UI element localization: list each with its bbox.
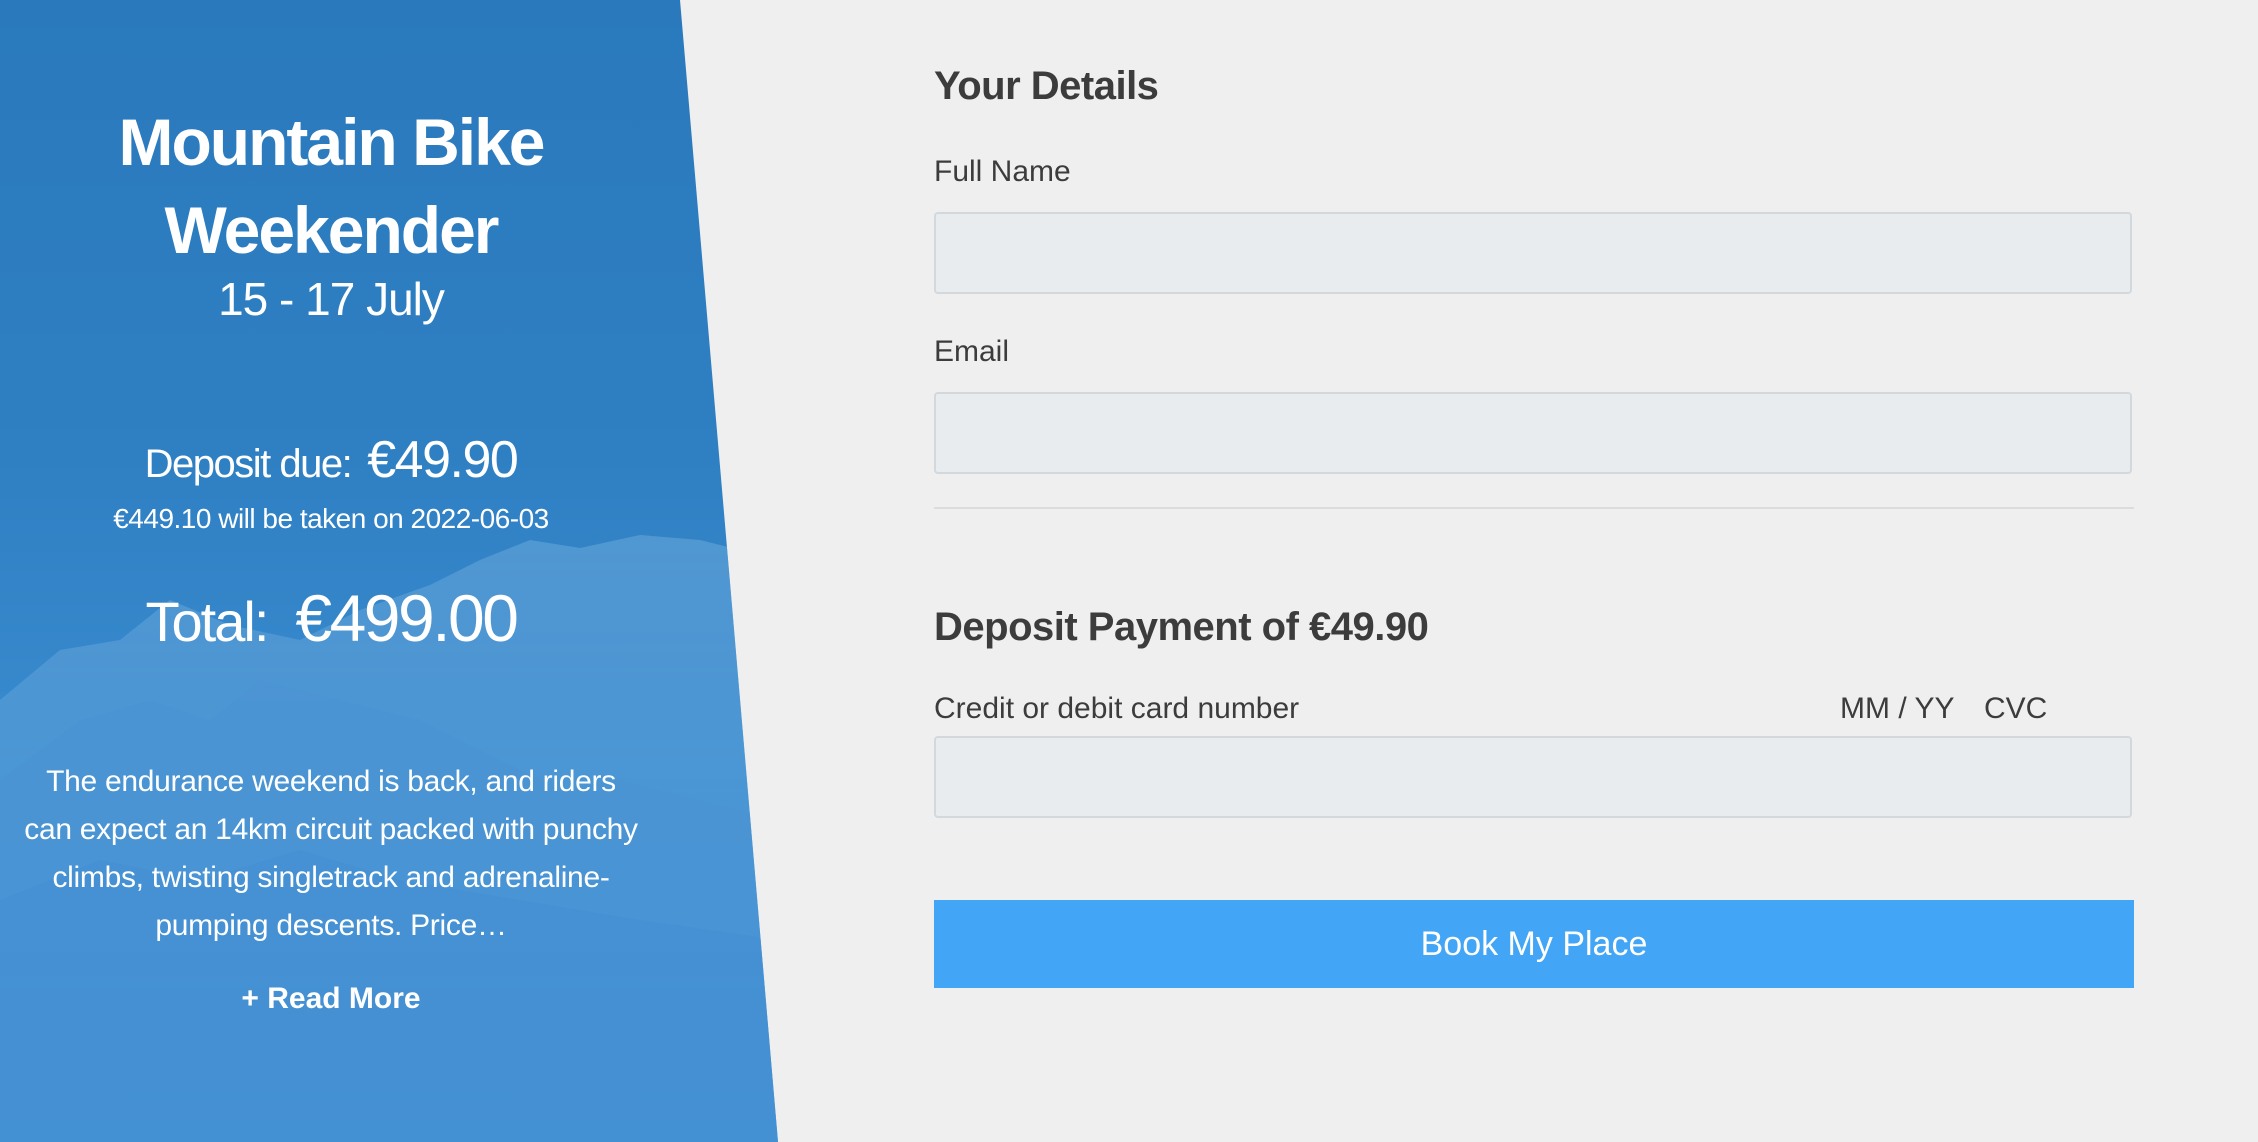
email-label: Email: [934, 335, 1010, 368]
cvc-label: CVC: [1984, 692, 2048, 725]
your-details-heading: Your Details: [934, 64, 1159, 108]
booking-page: Mountain Bike Weekender 15 - 17 July Dep…: [0, 0, 2258, 1142]
remaining-payment-note: €449.10 will be taken on 2022-06-03: [113, 503, 549, 534]
event-title: Mountain Bike Weekender: [118, 105, 545, 267]
card-details-input[interactable]: [934, 736, 2132, 818]
deposit-due: Deposit due: €49.90: [0, 430, 662, 490]
full-name-input[interactable]: [934, 212, 2132, 294]
book-my-place-button[interactable]: Book My Place: [934, 900, 2134, 988]
card-field-labels: Credit or debit card number MM / YY CVC: [934, 692, 2134, 726]
expiry-label: MM / YY: [1840, 692, 1955, 725]
full-name-label: Full Name: [934, 155, 1071, 188]
card-number-label: Credit or debit card number: [934, 692, 1300, 725]
event-summary-panel: Mountain Bike Weekender 15 - 17 July Dep…: [0, 0, 778, 1142]
event-description: The endurance weekend is back, and rider…: [24, 765, 638, 942]
deposit-amount: €49.90: [367, 431, 519, 489]
read-more-link[interactable]: + Read More: [0, 982, 662, 1016]
event-dates: 15 - 17 July: [218, 273, 445, 325]
deposit-payment-heading: Deposit Payment of €49.90: [934, 605, 1429, 649]
total-label: Total:: [145, 590, 270, 653]
total-amount: €499.00: [295, 581, 519, 655]
section-divider: [934, 507, 2134, 509]
total-price: Total: €499.00: [0, 580, 662, 656]
deposit-label: Deposit due:: [144, 442, 353, 486]
email-input[interactable]: [934, 392, 2132, 474]
